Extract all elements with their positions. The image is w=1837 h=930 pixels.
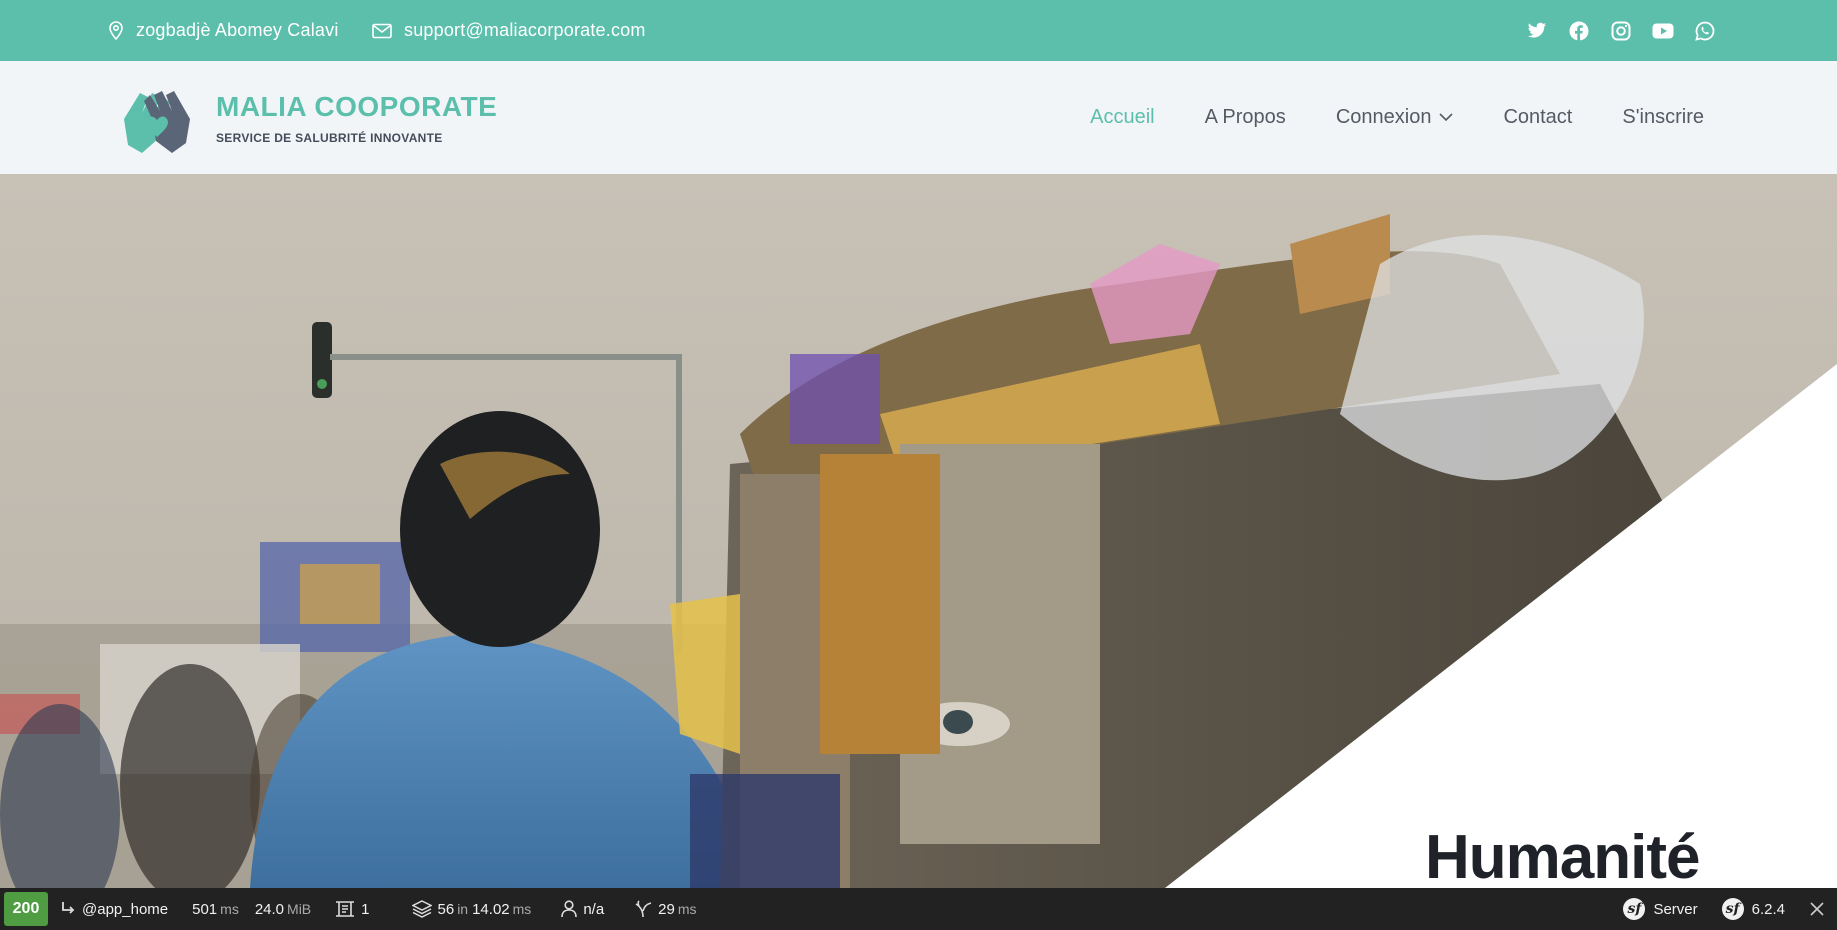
server-label: Server bbox=[1653, 900, 1698, 918]
request-time-value: 501 bbox=[192, 900, 218, 918]
youtube-icon[interactable] bbox=[1651, 19, 1675, 43]
symfony-logo-icon: sf bbox=[1623, 898, 1646, 920]
logs-count: 1 bbox=[361, 900, 370, 918]
brand-title[interactable]: MALIA COOPORATE bbox=[216, 91, 497, 123]
route-arrow-icon bbox=[62, 902, 75, 914]
hero-background-image bbox=[0, 174, 1837, 888]
logs-info[interactable]: 1 bbox=[323, 888, 381, 930]
nav-item-a-propos[interactable]: A Propos bbox=[1205, 106, 1286, 129]
twig-info[interactable]: 29 ms bbox=[616, 888, 708, 930]
chevron-down-icon bbox=[1439, 113, 1454, 122]
twig-time: 29 bbox=[658, 900, 675, 918]
cache-info[interactable]: 56 in 14.02 ms bbox=[382, 888, 544, 930]
twig-unit: ms bbox=[677, 901, 697, 917]
social-links bbox=[1525, 0, 1717, 61]
main-nav: Accueil A Propos Connexion Contact S'ins… bbox=[1090, 61, 1704, 174]
user-info[interactable]: n/a bbox=[543, 888, 616, 930]
helping-hands-logo-icon[interactable] bbox=[118, 79, 196, 157]
request-time[interactable]: 501 ms bbox=[180, 888, 251, 930]
email-text[interactable]: support@maliacorporate.com bbox=[404, 20, 646, 41]
symfony-version-icon: sf bbox=[1721, 898, 1744, 920]
cache-unit: ms bbox=[512, 901, 532, 917]
brand-subtitle: SERVICE DE SALUBRITÉ INNOVANTE bbox=[216, 131, 443, 145]
memory-value: 24.0 bbox=[254, 900, 285, 918]
nav-item-sinscrire[interactable]: S'inscrire bbox=[1622, 106, 1704, 129]
version-value: 6.2.4 bbox=[1751, 900, 1785, 918]
toolbar-right: sf Server sf 6.2.4 bbox=[1611, 888, 1837, 930]
debug-toolbar: 200 @app_home 501 ms 24.0 MiB 1 56 in 14… bbox=[0, 888, 1837, 930]
whatsapp-icon[interactable] bbox=[1693, 19, 1717, 43]
top-info-bar: zogbadjè Abomey Calavi support@maliacorp… bbox=[0, 0, 1837, 61]
facebook-icon[interactable] bbox=[1567, 19, 1591, 43]
address-text: zogbadjè Abomey Calavi bbox=[136, 20, 339, 40]
toolbar-close-button[interactable] bbox=[1797, 888, 1837, 930]
route-name: @app_home bbox=[82, 900, 169, 918]
hero-section: Humanité bbox=[0, 174, 1837, 888]
status-code-badge[interactable]: 200 bbox=[4, 892, 48, 926]
twitter-icon[interactable] bbox=[1525, 19, 1549, 43]
location-pin-icon bbox=[109, 20, 123, 40]
memory-unit: MiB bbox=[287, 901, 312, 917]
close-icon bbox=[1810, 902, 1824, 916]
nav-item-connexion[interactable]: Connexion bbox=[1336, 106, 1454, 129]
logs-icon bbox=[336, 901, 355, 917]
layers-icon bbox=[411, 900, 432, 918]
twig-icon bbox=[635, 900, 652, 918]
version-info[interactable]: sf 6.2.4 bbox=[1710, 888, 1797, 930]
nav-item-connexion-label: Connexion bbox=[1335, 106, 1432, 128]
nav-item-contact[interactable]: Contact bbox=[1503, 106, 1572, 129]
cache-in: in bbox=[457, 901, 469, 917]
nav-item-accueil[interactable]: Accueil bbox=[1090, 106, 1154, 129]
memory-usage[interactable]: 24.0 MiB bbox=[251, 888, 323, 930]
email-contact[interactable]: support@maliacorporate.com bbox=[372, 0, 646, 61]
user-value: n/a bbox=[583, 900, 605, 918]
envelope-icon bbox=[372, 23, 392, 38]
cache-time: 14.02 bbox=[472, 900, 510, 918]
cache-count: 56 bbox=[437, 900, 455, 918]
request-time-unit: ms bbox=[220, 901, 239, 917]
user-icon bbox=[561, 900, 578, 918]
server-info[interactable]: sf Server bbox=[1611, 888, 1709, 930]
instagram-icon[interactable] bbox=[1609, 19, 1633, 43]
hero-title: Humanité bbox=[1425, 823, 1700, 888]
address-contact: zogbadjè Abomey Calavi bbox=[108, 0, 339, 61]
route-info[interactable]: @app_home bbox=[48, 888, 180, 930]
site-header: MALIA COOPORATE SERVICE DE SALUBRITÉ INN… bbox=[0, 61, 1837, 174]
